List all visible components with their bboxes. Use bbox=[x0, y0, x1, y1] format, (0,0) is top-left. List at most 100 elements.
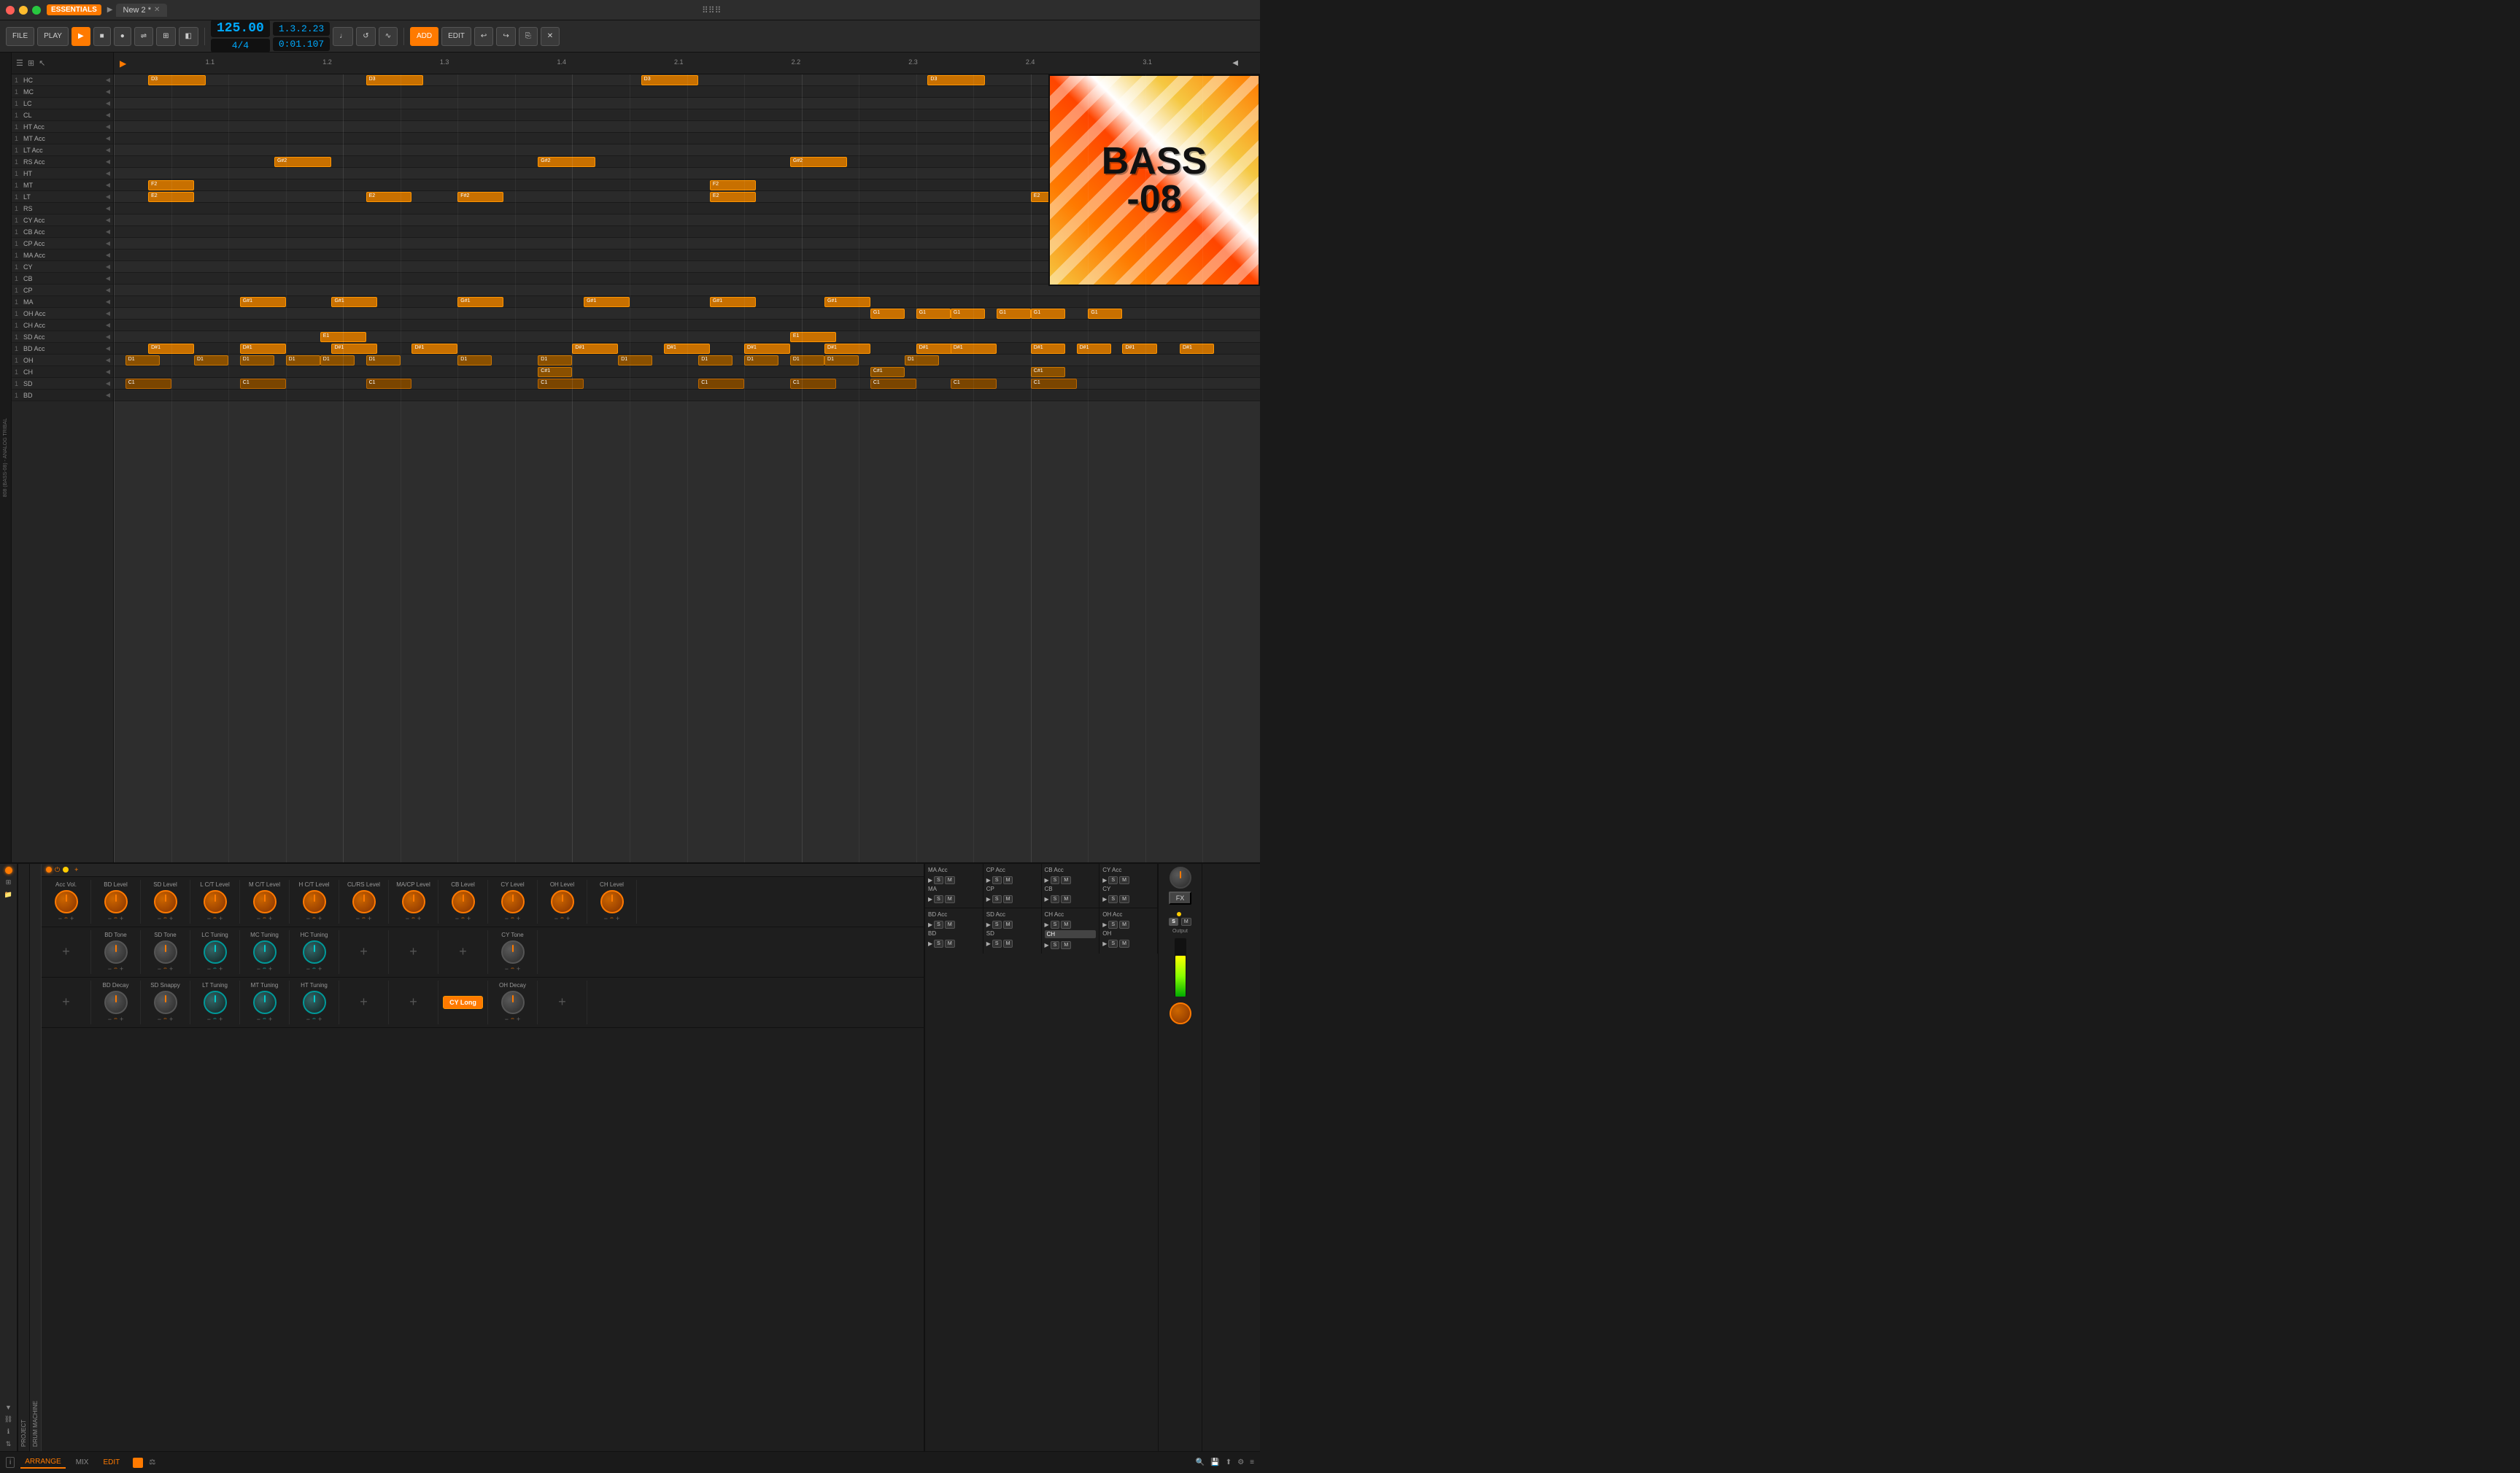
grid-icon-mixer[interactable]: ⊞ bbox=[6, 878, 12, 886]
pattern-F2-2[interactable]: F#2 bbox=[457, 192, 503, 202]
pattern-D1-oh6[interactable]: D#1 bbox=[664, 344, 710, 354]
pattern-D1-oh7[interactable]: D#1 bbox=[744, 344, 790, 354]
ch-acc-s-btn[interactable]: S bbox=[1051, 921, 1060, 929]
pattern-D1-oh11[interactable]: D#1 bbox=[1031, 344, 1065, 354]
arrow-icon[interactable]: ↖ bbox=[39, 58, 45, 68]
cy-level-knob[interactable] bbox=[501, 890, 525, 913]
sd-play-btn[interactable]: ▶ bbox=[986, 940, 991, 947]
pattern-D1-ch10[interactable]: D1 bbox=[618, 355, 652, 366]
acc-vol-minus[interactable]: − bbox=[58, 915, 62, 922]
add-btn-2[interactable]: + bbox=[339, 930, 389, 974]
pattern-D1-oh14[interactable]: D#1 bbox=[1180, 344, 1214, 354]
cy-play-btn[interactable]: ▶ bbox=[1102, 896, 1107, 902]
pattern-g1-s5[interactable]: G1 bbox=[1031, 309, 1065, 319]
cp-play-btn[interactable]: ▶ bbox=[986, 896, 991, 902]
pattern-C1-bd9[interactable]: C1 bbox=[1031, 379, 1077, 389]
pattern-E2-1[interactable]: E2 bbox=[148, 192, 194, 202]
track-row[interactable]: 1CL◀ bbox=[12, 109, 113, 121]
bd-acc-m-btn[interactable]: M bbox=[945, 921, 955, 929]
track-row[interactable]: 1MT Acc◀ bbox=[12, 133, 113, 144]
cp-m-btn[interactable]: M bbox=[1003, 895, 1013, 903]
track-row[interactable]: 1MA Acc◀ bbox=[12, 250, 113, 261]
ma-acc-m-btn[interactable]: M bbox=[945, 876, 955, 884]
lc-tuning-knob[interactable] bbox=[204, 940, 227, 964]
cb-play-btn[interactable]: ▶ bbox=[1045, 896, 1049, 902]
pattern-E2-3[interactable]: E2 bbox=[710, 192, 756, 202]
pattern-G2-1[interactable]: G#2 bbox=[274, 157, 332, 167]
cp-acc-m-btn[interactable]: M bbox=[1003, 876, 1013, 884]
grid-content[interactable]: D3 D3 D3 D3 G#2 G#2 G#2 F2 E2 F#2 E2 F2 … bbox=[114, 74, 1260, 862]
pattern-G1-3[interactable]: G#1 bbox=[457, 297, 503, 307]
master-m-btn[interactable]: M bbox=[1181, 918, 1191, 926]
add-btn-6[interactable]: + bbox=[339, 981, 389, 1024]
track-row[interactable]: 1OH◀ bbox=[12, 355, 113, 366]
pattern-D1-ch3[interactable]: D1 bbox=[240, 355, 274, 366]
pattern-g1-s1[interactable]: G1 bbox=[870, 309, 905, 319]
pattern-D1-ch14[interactable]: D1 bbox=[824, 355, 859, 366]
link-icon[interactable]: ⛓ bbox=[4, 1415, 12, 1423]
status-arrange[interactable]: ARRANGE bbox=[20, 1456, 65, 1469]
pattern-D3-1[interactable]: D3 bbox=[148, 75, 206, 85]
pattern-D1-ch2[interactable]: D1 bbox=[194, 355, 228, 366]
undo-button[interactable]: ↩ bbox=[474, 27, 493, 46]
clrs-level-knob[interactable] bbox=[352, 890, 376, 913]
pattern-F2-1[interactable]: F2 bbox=[148, 180, 194, 190]
cp-acc-play-btn[interactable]: ▶ bbox=[986, 877, 991, 884]
bd-tone-knob[interactable] bbox=[104, 940, 128, 964]
overdub-button[interactable]: ⇌ bbox=[134, 27, 153, 46]
cy-acc-play-btn[interactable]: ▶ bbox=[1102, 877, 1107, 884]
pattern-g1-s2[interactable]: G1 bbox=[916, 309, 951, 319]
pattern-g1-s4[interactable]: G1 bbox=[997, 309, 1031, 319]
wave-button[interactable]: ∿ bbox=[379, 27, 398, 46]
pattern-D1-oh[interactable]: D#1 bbox=[148, 344, 194, 354]
pattern-C1-bd3[interactable]: C1 bbox=[366, 379, 412, 389]
time-sig-display[interactable]: 4/4 bbox=[211, 39, 270, 53]
pattern-D3-3[interactable]: D3 bbox=[641, 75, 699, 85]
stop-button[interactable]: ■ bbox=[93, 27, 111, 46]
ht-tuning-knob[interactable] bbox=[303, 991, 326, 1014]
bd-s-btn[interactable]: S bbox=[934, 940, 943, 948]
track-row[interactable]: 1CY◀ bbox=[12, 261, 113, 273]
add-icon-small[interactable]: + bbox=[74, 866, 78, 873]
pattern-D1-ch6[interactable]: D1 bbox=[366, 355, 401, 366]
pattern-button[interactable]: ⊞ bbox=[156, 27, 175, 46]
bd-acc-s-btn[interactable]: S bbox=[934, 921, 943, 929]
info-icon[interactable]: ℹ bbox=[7, 1428, 9, 1436]
pattern-D1-oh2[interactable]: D#1 bbox=[240, 344, 286, 354]
track-row[interactable]: 1CH◀ bbox=[12, 366, 113, 378]
cb-acc-play-btn[interactable]: ▶ bbox=[1045, 877, 1049, 884]
menu-icon[interactable]: ≡ bbox=[1250, 1458, 1254, 1466]
pattern-E2-2[interactable]: E2 bbox=[366, 192, 412, 202]
pattern-g1-s6[interactable]: G1 bbox=[1088, 309, 1122, 319]
pattern-D1-oh5[interactable]: D#1 bbox=[572, 344, 618, 354]
master-knob[interactable] bbox=[1170, 867, 1191, 889]
folder-icon[interactable]: 📁 bbox=[4, 891, 12, 899]
bd-decay-knob[interactable] bbox=[104, 991, 128, 1014]
pattern-D1-oh12[interactable]: D#1 bbox=[1077, 344, 1111, 354]
track-row[interactable]: 1CB Acc◀ bbox=[12, 226, 113, 238]
pattern-D1-oh13[interactable]: D#1 bbox=[1122, 344, 1156, 354]
save-icon[interactable]: 💾 bbox=[1210, 1458, 1219, 1466]
record-button[interactable]: ● bbox=[114, 27, 131, 46]
grid-row-26[interactable] bbox=[114, 378, 1260, 390]
pattern-G1-1[interactable]: G#1 bbox=[240, 297, 286, 307]
ma-s-btn[interactable]: S bbox=[934, 895, 943, 903]
oh-acc-m-btn[interactable]: M bbox=[1119, 921, 1129, 929]
grid-row-18[interactable] bbox=[114, 285, 1260, 296]
pattern-G1-4[interactable]: G#1 bbox=[584, 297, 630, 307]
ch-m-btn[interactable]: M bbox=[1061, 941, 1071, 949]
cb-acc-s-btn[interactable]: S bbox=[1051, 876, 1060, 884]
pattern-D3-4[interactable]: D3 bbox=[927, 75, 985, 85]
ma-m-btn[interactable]: M bbox=[945, 895, 955, 903]
track-row[interactable]: 1LT Acc◀ bbox=[12, 144, 113, 156]
pattern-G1-5[interactable]: G#1 bbox=[710, 297, 756, 307]
cb-acc-m-btn[interactable]: M bbox=[1061, 876, 1071, 884]
copy-button[interactable]: ⎘ bbox=[519, 27, 538, 46]
bd-acc-play-btn[interactable]: ▶ bbox=[928, 921, 932, 928]
track-row[interactable]: 1CP◀ bbox=[12, 285, 113, 296]
cb-s-btn[interactable]: S bbox=[1051, 895, 1060, 903]
status-edit[interactable]: EDIT bbox=[98, 1457, 124, 1468]
grid-row-27[interactable] bbox=[114, 390, 1260, 401]
tab-close-icon[interactable]: ✕ bbox=[154, 6, 160, 14]
pattern-C1-bd4[interactable]: C1 bbox=[538, 379, 584, 389]
